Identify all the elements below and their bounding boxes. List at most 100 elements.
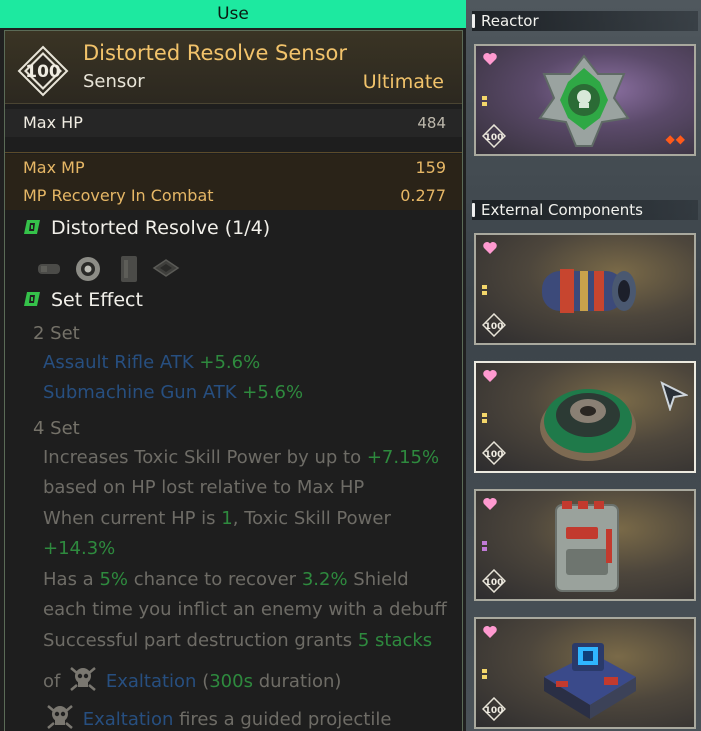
item-card: 100 Distorted Resolve Sensor Sensor Ulti… bbox=[4, 30, 463, 731]
slot-level: 100 bbox=[485, 450, 504, 460]
stat-label: Max MP bbox=[23, 158, 85, 177]
set-name-title: Distorted Resolve (1/4) bbox=[23, 217, 270, 241]
value-segment: 5% bbox=[99, 569, 128, 590]
slot-level-badge-icon: 100 bbox=[482, 313, 506, 337]
text-segment: Has a bbox=[43, 569, 94, 590]
item-detail-panel: Use 100 Distorted Resolve Sensor Sensor … bbox=[0, 0, 466, 731]
item-name: Distorted Resolve Sensor bbox=[83, 41, 348, 65]
four-set-line-3: When current HP is 1, Toxic Skill Power bbox=[43, 508, 391, 529]
external-components-section-header: External Components bbox=[472, 200, 698, 220]
text-segment: Shield bbox=[353, 569, 409, 590]
use-button[interactable]: Use bbox=[0, 0, 466, 28]
level-badge-value: 100 bbox=[25, 62, 61, 82]
memory-component-icon bbox=[555, 501, 619, 592]
text-segment: fires a guided projectile bbox=[179, 709, 392, 730]
reactor-slot[interactable]: 100 ◆◆ bbox=[474, 44, 696, 156]
set-glyph-icon bbox=[23, 218, 41, 241]
slot-level-badge-icon: 100 bbox=[482, 124, 506, 148]
cylinder-component-icon bbox=[542, 269, 636, 313]
set-glyph-icon bbox=[23, 290, 41, 313]
processor-component-icon bbox=[544, 643, 636, 719]
heart-icon bbox=[483, 626, 497, 638]
text-segment: When current HP is bbox=[43, 508, 216, 529]
four-set-line-5: Has a 5% chance to recover 3.2% Shield bbox=[43, 569, 409, 590]
stat-row-max-hp: Max HP 484 bbox=[5, 109, 462, 137]
four-set-header: 4 Set bbox=[33, 418, 80, 439]
slot-marker-icon bbox=[482, 413, 487, 423]
two-set-line-ar: Assault Rifle ATK +5.6% bbox=[43, 352, 260, 373]
sensor-component-icon bbox=[540, 389, 636, 461]
text-segment: duration) bbox=[258, 671, 342, 692]
four-set-line-6: each time you inflict an enemy with a de… bbox=[43, 599, 447, 620]
four-set-line-9: Exaltation fires a guided projectile bbox=[45, 703, 391, 731]
skull-icon bbox=[45, 703, 75, 731]
text-segment: of bbox=[43, 671, 61, 692]
stat-label: Max HP bbox=[23, 113, 83, 132]
two-set-line-smg: Submachine Gun ATK +5.6% bbox=[43, 382, 303, 403]
slot-marker-icon bbox=[482, 285, 487, 295]
item-type: Sensor bbox=[83, 71, 145, 92]
set-piece-memory-icon bbox=[121, 256, 137, 282]
slot-level: 100 bbox=[485, 133, 504, 143]
rarity-dots-icon: ◆◆ bbox=[665, 132, 686, 146]
value-segment: 3.2% bbox=[301, 569, 348, 590]
set-piece-processor-icon bbox=[152, 259, 180, 277]
set-name: Distorted Resolve (1/4) bbox=[51, 217, 271, 239]
slot-level: 100 bbox=[485, 706, 504, 716]
heart-icon bbox=[483, 53, 497, 65]
slot-marker-icon bbox=[482, 669, 487, 679]
text-segment: Increases Toxic Skill Power by up to bbox=[43, 447, 362, 468]
four-set-line-7: Successful part destruction grants 5 sta… bbox=[43, 630, 432, 651]
value-segment: 5 stacks bbox=[357, 630, 433, 651]
four-set-line-8: of Exaltation (300s duration) bbox=[43, 665, 341, 698]
cursor-icon bbox=[660, 381, 688, 411]
stat-value: 0.277 bbox=[400, 186, 446, 205]
stat-row-max-mp: Max MP 159 bbox=[5, 154, 462, 182]
external-component-slot-selected[interactable]: 100 bbox=[474, 361, 696, 473]
sub-stats: Max MP 159 MP Recovery In Combat 0.277 bbox=[5, 152, 462, 211]
stat-label: MP Recovery In Combat bbox=[23, 186, 214, 205]
smg-atk-label: Submachine Gun ATK bbox=[43, 382, 237, 403]
slot-marker-icon bbox=[482, 541, 487, 551]
text-segment: Successful part destruction grants bbox=[43, 630, 353, 651]
text-segment: , Toxic Skill Power bbox=[232, 508, 391, 529]
slot-level: 100 bbox=[485, 578, 504, 588]
four-set-line-2: based on HP lost relative to Max HP bbox=[43, 477, 365, 498]
slot-level: 100 bbox=[485, 322, 504, 332]
set-effect-label: Set Effect bbox=[51, 289, 143, 311]
slot-level-badge-icon: 100 bbox=[482, 441, 506, 465]
keyword-segment: Exaltation bbox=[82, 709, 174, 730]
reactor-section-header: Reactor bbox=[472, 11, 698, 31]
smg-atk-value: +5.6% bbox=[242, 382, 304, 403]
text-segment: chance to recover bbox=[133, 569, 297, 590]
level-badge-icon: 100 bbox=[17, 45, 69, 97]
reactor-header-label: Reactor bbox=[481, 12, 539, 30]
skull-icon bbox=[68, 665, 98, 698]
stat-row-mp-recovery: MP Recovery In Combat 0.277 bbox=[5, 182, 462, 210]
heart-icon bbox=[483, 242, 497, 254]
four-set-line-1: Increases Toxic Skill Power by up to +7.… bbox=[43, 447, 439, 468]
value-segment: 1 bbox=[221, 508, 233, 529]
set-effect-title: Set Effect bbox=[23, 289, 143, 313]
value-segment: +7.15% bbox=[366, 447, 440, 468]
external-component-slot[interactable]: 100 bbox=[474, 617, 696, 729]
external-header-label: External Components bbox=[481, 201, 643, 219]
heart-icon bbox=[483, 498, 497, 510]
ar-atk-value: +5.6% bbox=[199, 352, 261, 373]
keyword-segment: Exaltation bbox=[105, 671, 197, 692]
slot-marker-icon bbox=[482, 96, 487, 106]
two-set-header: 2 Set bbox=[33, 323, 80, 344]
item-rarity: Ultimate bbox=[362, 71, 444, 93]
four-set-line-4: +14.3% bbox=[43, 538, 116, 559]
item-header: 100 Distorted Resolve Sensor Sensor Ulti… bbox=[5, 31, 462, 104]
stat-value: 159 bbox=[415, 158, 446, 177]
value-segment: 300s bbox=[209, 671, 253, 692]
set-piece-reactor-icon bbox=[38, 264, 60, 274]
stat-value: 484 bbox=[417, 114, 446, 132]
slot-level-badge-icon: 100 bbox=[482, 569, 506, 593]
heart-icon bbox=[483, 370, 497, 382]
equipment-column: Reactor 100 ◆◆ External Components 100 1… bbox=[466, 0, 701, 731]
reactor-art-icon bbox=[538, 54, 630, 147]
external-component-slot[interactable]: 100 bbox=[474, 233, 696, 345]
external-component-slot[interactable]: 100 bbox=[474, 489, 696, 601]
